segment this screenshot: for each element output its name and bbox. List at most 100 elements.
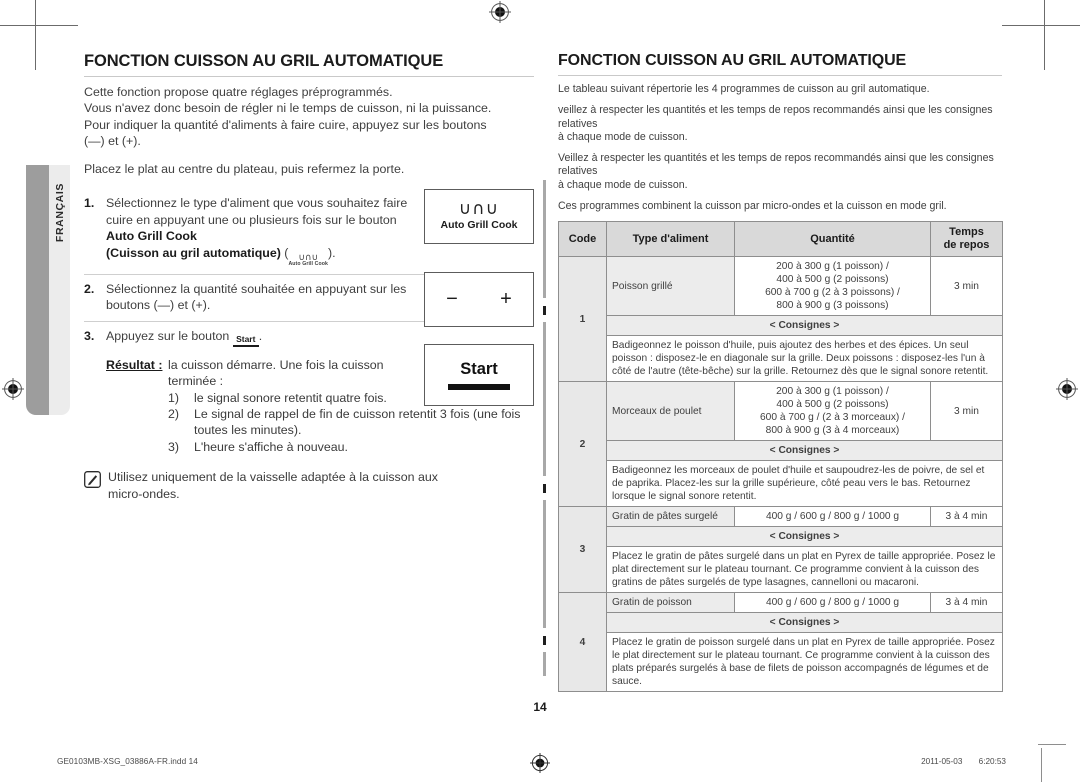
table-row-consignes-body: Badigeonnez le poisson d'huile, puis ajo… (559, 335, 1003, 383)
row-2-repos: 3 min (930, 381, 1003, 442)
start-button-bar (448, 384, 510, 391)
th-qty: Quantité (734, 221, 931, 258)
row-2-code: 2 (558, 381, 607, 508)
table-row-consignes-label: < Consignes > (559, 315, 1003, 337)
note-pencil-icon (84, 469, 108, 502)
footer-time: 6:20:53 (978, 757, 1006, 766)
step-1-text-a: Sélectionnez le type d'aliment que vous … (106, 196, 408, 227)
result-item-3: 3) L'heure s'affiche à nouveau. (84, 439, 534, 455)
footer-filename: GE0103MB-XSG_03886A-FR.indd 14 (57, 757, 198, 766)
left-section-title: FONCTION CUISSON AU GRIL AUTOMATIQUE (84, 52, 534, 77)
left-intro-line-2: Vous n'avez donc besoin de régler ni le … (84, 101, 492, 116)
left-intro-line-3: Pour indiquer la quantité d'aliments à f… (84, 117, 487, 132)
auto-grill-cook-inline-label: Auto Grill Cook (288, 260, 328, 267)
side-tab-label-wrap: FRANÇAIS (49, 165, 70, 415)
left-intro-line-1: Cette fonction propose quatre réglages p… (84, 84, 393, 99)
side-tab-label: FRANÇAIS (53, 183, 66, 243)
row-4-qty-line-1: 400 g / 600 g / 800 g / 1000 g (765, 597, 900, 609)
step-1-text-b: ( (280, 245, 289, 260)
th-repos-line1: Temps (949, 226, 984, 239)
step-3-text-a: Appuyez sur le bouton (106, 328, 233, 343)
table-row-consignes-body: Placez le gratin de poisson surgelé dans… (559, 632, 1003, 693)
row-3-qty-line-1: 400 g / 600 g / 800 g / 1000 g (765, 511, 900, 523)
row-2-quantity: 200 à 300 g (1 poisson) / 400 à 500 g (2… (734, 381, 931, 442)
row-2-qty-line-1: 200 à 300 g (1 poisson) / (776, 386, 889, 398)
registration-mark-left (2, 378, 24, 400)
registration-mark-top (489, 1, 511, 23)
quantity-stepper-panel[interactable]: − + (424, 272, 534, 328)
row-4-code: 4 (558, 592, 607, 693)
row-2-type: Morceaux de poulet (606, 381, 735, 442)
note-text: Utilisez uniquement de la vaisselle adap… (108, 470, 438, 501)
side-tab-dark-band (26, 165, 49, 415)
auto-grill-cook-inline-icon: ∪∩∪ Auto Grill Cook (288, 253, 328, 267)
row-1-repos: 3 min (930, 256, 1003, 317)
left-place-dish-line: Placez le plat au centre du plateau, pui… (84, 162, 405, 177)
row-3-repos: 3 à 4 min (930, 506, 1003, 528)
print-footer: GE0103MB-XSG_03886A-FR.indd 14 2011-05-0… (0, 753, 1080, 775)
step-1-bold-a: Auto Grill Cook (106, 229, 197, 244)
row-2-qty-line-2: 400 à 500 g (2 poissons) (776, 399, 889, 411)
result-item-1-marker: 1) (168, 390, 180, 405)
left-column: FONCTION CUISSON AU GRIL AUTOMATIQUE Cet… (84, 52, 534, 502)
divider-segment-1 (543, 180, 546, 298)
row-3-type: Gratin de pâtes surgelé (606, 506, 735, 528)
row-1-code: 1 (558, 256, 607, 383)
start-button[interactable]: Start (424, 344, 534, 407)
footer-registration-mark (530, 753, 550, 778)
left-intro-line-4: (—) et (+). (84, 133, 141, 148)
footer-rule-horizontal (1038, 744, 1066, 745)
divider-tick-1 (543, 306, 546, 315)
right-intro-line-3: à chaque mode de cuisson. (558, 131, 688, 144)
table-row: 4 Gratin de poisson 400 g / 600 g / 800 … (558, 592, 1003, 693)
language-side-tab: FRANÇAIS (26, 165, 70, 415)
auto-grill-cook-button-label: Auto Grill Cook (440, 219, 518, 232)
row-4-type: Gratin de poisson (606, 592, 735, 614)
divider-tick-3 (543, 636, 546, 645)
table-row: 1 Poisson grillé 200 à 300 g (1 poisson)… (558, 256, 1003, 383)
row-1-consignes-label: < Consignes > (606, 315, 1003, 337)
result-item-2-text: Le signal de rappel de fin de cuisson re… (194, 406, 521, 438)
table-row: 2 Morceaux de poulet 200 à 300 g (1 pois… (558, 381, 1003, 508)
row-4-repos: 3 à 4 min (930, 592, 1003, 614)
table-header-row: Code Type d'aliment Quantité Temps de re… (558, 221, 1003, 258)
th-code: Code (558, 221, 607, 258)
auto-grill-cook-button[interactable]: ∪∩∪ Auto Grill Cook (424, 189, 534, 245)
th-type: Type d'aliment (606, 221, 735, 258)
plus-button[interactable]: + (500, 288, 512, 311)
right-intro-line-5: à chaque mode de cuisson. (558, 178, 688, 191)
table-row-consignes-label: < Consignes > (559, 526, 1003, 548)
footer-date: 2011-05-03 (921, 757, 963, 766)
right-intro-line-2: veillez à respecter les quantités et les… (558, 103, 993, 130)
step-1-text-c: ). (327, 245, 336, 260)
row-3-code: 3 (558, 506, 607, 594)
right-column: FONCTION CUISSON AU GRIL AUTOMATIQUE Le … (558, 52, 1003, 693)
row-1-qty-line-3: 600 à 700 g (2 à 3 poissons) / (765, 287, 900, 299)
table-row-consignes-body: Placez le gratin de pâtes surgelé dans u… (559, 546, 1003, 594)
right-intro-line-4: Veillez à respecter les quantités et les… (558, 151, 994, 178)
right-intro-line-1: Le tableau suivant répertorie les 4 prog… (558, 83, 930, 96)
steps-list: 1. Sélectionnez le type d'aliment que vo… (84, 189, 534, 501)
document-page: FRANÇAIS FONCTION CUISSON AU GRIL AUTOMA… (0, 0, 1080, 782)
minus-button[interactable]: − (446, 288, 458, 311)
crop-mark-top-right-h (1002, 25, 1080, 26)
row-4-consignes-label: < Consignes > (606, 612, 1003, 634)
result-item-3-marker: 3) (168, 439, 180, 454)
programs-table: Code Type d'aliment Quantité Temps de re… (558, 221, 1003, 693)
result-label: Résultat : (106, 357, 163, 372)
row-2-consignes-label: < Consignes > (606, 440, 1003, 462)
crop-mark-top-right-v (1044, 0, 1045, 70)
row-1-qty-line-1: 200 à 300 g (1 poisson) / (776, 261, 889, 273)
right-section-title: FONCTION CUISSON AU GRIL AUTOMATIQUE (558, 52, 1002, 77)
row-4-quantity: 400 g / 600 g / 800 g / 1000 g (734, 592, 931, 614)
row-3-consignes-label: < Consignes > (606, 526, 1003, 548)
row-1-quantity: 200 à 300 g (1 poisson) / 400 à 500 g (2… (734, 256, 931, 317)
row-1-qty-line-4: 800 à 900 g (3 poissons) (776, 300, 889, 312)
divider-segment-2 (543, 322, 546, 476)
result-item-2: 2) Le signal de rappel de fin de cuisson… (84, 406, 534, 439)
row-1-consignes-text: Badigeonnez le poisson d'huile, puis ajo… (606, 335, 1003, 383)
row-2-qty-line-3: 600 à 700 g / (2 à 3 morceaux) / (760, 412, 905, 424)
step-3-number: 3. (84, 328, 95, 343)
divider-segment-3 (543, 500, 546, 628)
note-block: Utilisez uniquement de la vaisselle adap… (84, 469, 534, 502)
